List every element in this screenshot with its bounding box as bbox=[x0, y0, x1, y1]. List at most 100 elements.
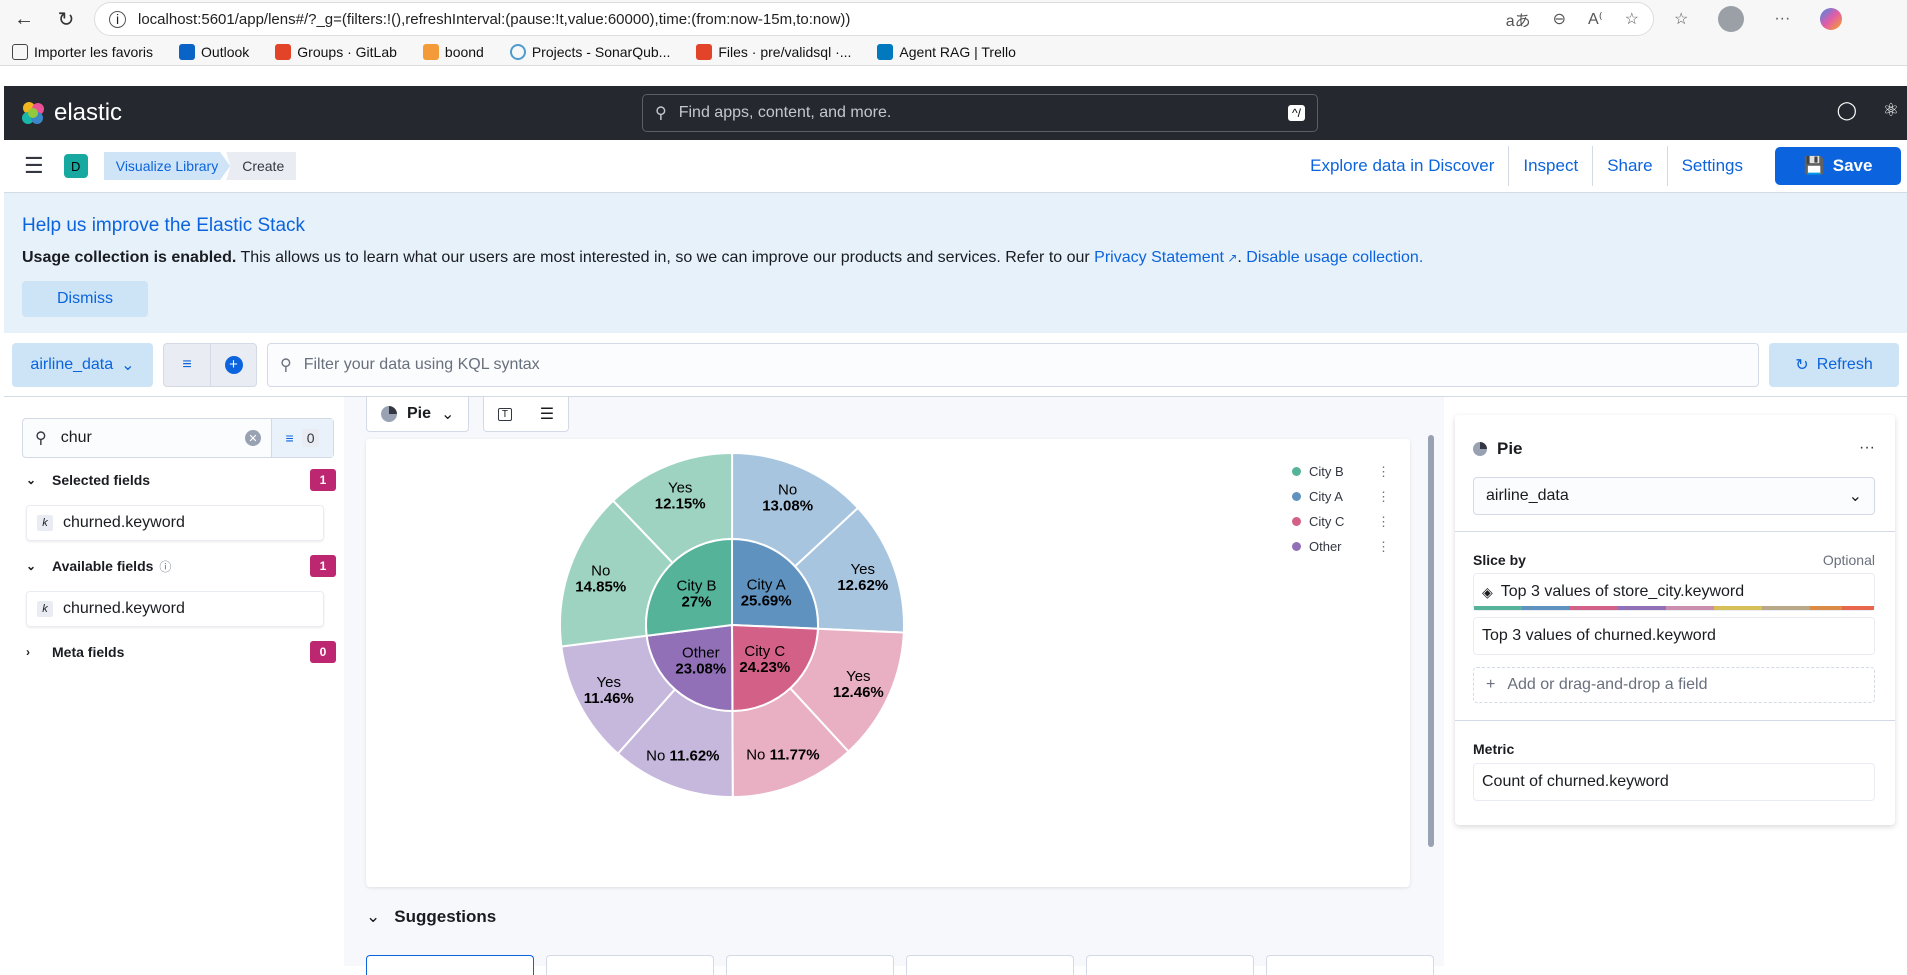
url-text[interactable]: localhost:5601/app/lens#/?_g=(filters:!(… bbox=[138, 11, 1494, 28]
suggestion-card[interactable] bbox=[546, 955, 714, 975]
more-icon[interactable]: ··· bbox=[1859, 439, 1875, 457]
menu-icon[interactable]: ☰ bbox=[24, 153, 44, 179]
privacy-statement-link[interactable]: Privacy Statement bbox=[1094, 249, 1224, 266]
field-search-value[interactable]: chur bbox=[61, 429, 245, 447]
legend-toggle-icon[interactable]: ☰ bbox=[540, 404, 554, 424]
chart-type-switcher[interactable]: Pie ⌄ bbox=[366, 397, 470, 432]
info-icon[interactable]: ⓘ bbox=[159, 558, 171, 575]
bookmark-gitlab[interactable]: Groups · GitLab bbox=[275, 43, 397, 60]
workspace-scrollbar[interactable] bbox=[1426, 405, 1436, 857]
suggestion-card[interactable] bbox=[1266, 955, 1434, 975]
clear-icon[interactable]: ✕ bbox=[245, 430, 261, 446]
available-fields-count: 1 bbox=[310, 555, 336, 577]
add-field-label: Add or drag-and-drop a field bbox=[1507, 676, 1708, 693]
translate-icon[interactable]: aあ bbox=[1506, 7, 1531, 31]
save-button[interactable]: 💾 Save bbox=[1775, 147, 1901, 185]
add-filter-icon[interactable]: + bbox=[210, 343, 256, 386]
inner-slice-label: City A 25.69% bbox=[741, 576, 792, 609]
legend-swatch bbox=[1292, 492, 1301, 501]
suggestion-card[interactable] bbox=[366, 955, 534, 975]
outer-slice-label: No 11.62% bbox=[646, 747, 719, 764]
field-filter-button[interactable]: ≡ 0 bbox=[271, 419, 333, 457]
suggestion-card[interactable] bbox=[1086, 955, 1254, 975]
chart-panel: No 13.08% Yes 12.62% Yes 12.46% No 11.77% No 11… bbox=[366, 439, 1410, 887]
meta-fields-toggle[interactable]: › Meta fields 0 bbox=[26, 641, 336, 663]
bookmark-trello[interactable]: Agent RAG | Trello bbox=[877, 43, 1016, 60]
dataview-picker[interactable]: airline_data ⌄ bbox=[12, 342, 153, 387]
chart-type-label: Pie bbox=[407, 405, 432, 422]
settings-link[interactable]: Settings bbox=[1666, 146, 1757, 186]
suggestions-toggle[interactable]: ⌄ Suggestions bbox=[366, 907, 496, 927]
legend-label: Other bbox=[1309, 539, 1342, 554]
selected-field-item[interactable]: k churned.keyword bbox=[26, 505, 324, 541]
back-icon[interactable]: ← bbox=[10, 5, 38, 33]
slice-by-item-1[interactable]: ◈ Top 3 values of store_city.keyword bbox=[1473, 573, 1875, 611]
info-icon[interactable]: i bbox=[109, 10, 126, 28]
profile-avatar[interactable] bbox=[1718, 6, 1745, 32]
explore-in-discover-link[interactable]: Explore data in Discover bbox=[1296, 146, 1508, 186]
kql-input[interactable]: ⚲ Filter your data using KQL syntax bbox=[267, 342, 1759, 387]
search-icon: ⚲ bbox=[280, 356, 292, 374]
bookmark-sonarqube[interactable]: Projects - SonarQub... bbox=[509, 43, 670, 60]
bookmark-import[interactable]: Importer les favoris bbox=[12, 43, 153, 60]
chevron-down-icon: ⌄ bbox=[441, 406, 455, 423]
global-search[interactable]: ⚲ Find apps, content, and more. ^/ bbox=[642, 94, 1318, 132]
config-title: Pie bbox=[1473, 439, 1523, 459]
slice-by-item-2[interactable]: Top 3 values of churned.keyword bbox=[1473, 617, 1875, 655]
divider bbox=[1455, 531, 1895, 532]
config-panel: Pie ··· airline_data ⌄ Slice by Optional… bbox=[1455, 415, 1895, 825]
metric-item[interactable]: Count of churned.keyword bbox=[1473, 763, 1875, 801]
metric-item-label: Count of churned.keyword bbox=[1482, 773, 1669, 790]
legend-item[interactable]: City B ⋮ bbox=[1292, 459, 1390, 484]
suggestion-card[interactable] bbox=[726, 955, 894, 975]
elastic-header: elastic ⚲ Find apps, content, and more. … bbox=[4, 86, 1907, 140]
suggestion-card[interactable] bbox=[906, 955, 1074, 975]
read-aloud-icon[interactable]: A⁽ bbox=[1588, 9, 1603, 29]
scrollbar-thumb[interactable] bbox=[1428, 435, 1434, 847]
breadcrumb-visualize-library[interactable]: Visualize Library bbox=[103, 152, 231, 180]
legend-label: City A bbox=[1309, 489, 1343, 504]
suggestion-cards bbox=[366, 955, 1434, 975]
legend-item[interactable]: City A ⋮ bbox=[1292, 484, 1390, 509]
favorite-star-icon[interactable]: ☆ bbox=[1625, 9, 1639, 29]
field-search[interactable]: ⚲ chur ✕ ≡ 0 bbox=[22, 418, 334, 458]
dismiss-button[interactable]: Dismiss bbox=[22, 281, 148, 317]
bookmark-outlook[interactable]: Outlook bbox=[179, 43, 249, 60]
global-search-placeholder: Find apps, content, and more. bbox=[678, 104, 892, 121]
inspect-link[interactable]: Inspect bbox=[1508, 146, 1592, 186]
space-avatar[interactable]: D bbox=[63, 154, 88, 178]
bookmark-files[interactable]: Files · pre/validsql ·... bbox=[696, 43, 851, 60]
help-icon[interactable]: ◯ bbox=[1837, 100, 1857, 121]
disable-usage-link[interactable]: Disable usage collection. bbox=[1246, 249, 1423, 266]
callout-bold: Usage collection is enabled. bbox=[22, 249, 237, 266]
zoom-out-icon[interactable]: ⊖ bbox=[1553, 9, 1566, 29]
address-bar[interactable]: i localhost:5601/app/lens#/?_g=(filters:… bbox=[94, 2, 1654, 36]
divider bbox=[1455, 720, 1895, 721]
more-options-icon[interactable]: ··· bbox=[1774, 10, 1790, 28]
legend-actions-icon[interactable]: ⋮ bbox=[1377, 464, 1390, 480]
available-field-item[interactable]: k churned.keyword bbox=[26, 591, 324, 627]
legend-item[interactable]: Other ⋮ bbox=[1292, 534, 1390, 559]
refresh-button[interactable]: ↻ Refresh bbox=[1769, 342, 1899, 387]
share-link[interactable]: Share bbox=[1592, 146, 1666, 186]
available-fields-toggle[interactable]: ⌄ Available fields ⓘ 1 bbox=[26, 555, 336, 577]
selected-fields-toggle[interactable]: ⌄ Selected fields 1 bbox=[26, 469, 336, 491]
legend-actions-icon[interactable]: ⋮ bbox=[1377, 489, 1390, 505]
bookmark-boond[interactable]: boond bbox=[422, 43, 484, 60]
chevron-down-icon: ⌄ bbox=[366, 907, 381, 926]
refresh-label: Refresh bbox=[1816, 355, 1873, 373]
legend-actions-icon[interactable]: ⋮ bbox=[1377, 539, 1390, 555]
news-icon[interactable]: ⚛ bbox=[1883, 100, 1899, 121]
elastic-logo[interactable]: elastic bbox=[20, 99, 122, 127]
title-toggle-icon[interactable]: T bbox=[497, 407, 512, 421]
favorites-icon[interactable]: ☆ bbox=[1674, 9, 1688, 29]
refresh-icon: ↻ bbox=[1795, 356, 1809, 374]
filter-menu-icon[interactable]: ≡ bbox=[164, 344, 210, 386]
add-field-button[interactable]: + Add or drag-and-drop a field bbox=[1473, 667, 1875, 703]
legend-item[interactable]: City C ⋮ bbox=[1292, 509, 1390, 534]
layer-dataview-select[interactable]: airline_data ⌄ bbox=[1473, 477, 1875, 515]
reload-icon[interactable]: ↻ bbox=[52, 5, 80, 33]
legend-actions-icon[interactable]: ⋮ bbox=[1377, 514, 1390, 530]
search-shortcut: ^/ bbox=[1288, 105, 1305, 121]
copilot-icon[interactable] bbox=[1820, 8, 1843, 30]
